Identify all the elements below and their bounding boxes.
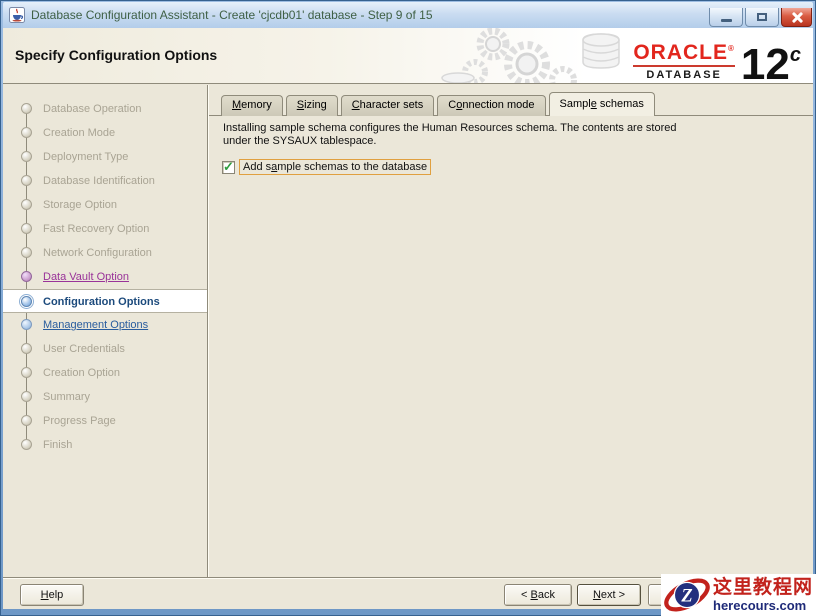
add-sample-schemas-row: ✓ Add sample schemas to the database (222, 158, 432, 175)
oracle-wordmark: ORACLE® (633, 41, 735, 64)
step-node-icon (21, 199, 32, 210)
client-area: Specify Configuration Options ORACLE® DA… (3, 28, 813, 609)
sidebar-item-data-vault-option[interactable]: Data Vault Option (3, 265, 207, 289)
step-node-icon (21, 247, 32, 258)
sidebar-item-storage-option: Storage Option (3, 193, 207, 217)
window-title: Database Configuration Assistant - Creat… (31, 8, 433, 22)
wizard-steps-sidebar: Database Operation Creation Mode Deploym… (3, 85, 207, 577)
sidebar-item-database-identification: Database Identification (3, 169, 207, 193)
sidebar-item-network-configuration: Network Configuration (3, 241, 207, 265)
watermark-site-url: herecours.com (713, 598, 807, 613)
step-node-icon (21, 103, 32, 114)
minimize-icon (720, 18, 732, 22)
sidebar-item-finish: Finish (3, 433, 207, 457)
step-node-icon (21, 439, 32, 450)
sidebar-item-creation-option: Creation Option (3, 361, 207, 385)
add-sample-schemas-label[interactable]: Add sample schemas to the database (239, 159, 432, 175)
gears-artwork-icon (441, 28, 620, 83)
sidebar-item-creation-mode: Creation Mode (3, 121, 207, 145)
watermark-site-name: 这里教程网 (713, 577, 814, 598)
step-node-icon (21, 271, 32, 282)
description-line-2: under the SYSAUX tablespace. (223, 135, 377, 147)
registered-mark: ® (728, 44, 735, 53)
tab-connection-mode[interactable]: Connection mode (437, 95, 546, 116)
step-node-icon (21, 319, 32, 330)
step-node-icon (21, 127, 32, 138)
sidebar-item-fast-recovery-option: Fast Recovery Option (3, 217, 207, 241)
maximize-button[interactable] (745, 8, 779, 27)
main-panel: Memory Sizing Character sets Connection … (209, 85, 813, 577)
step-node-icon (21, 223, 32, 234)
step-node-icon (21, 343, 32, 354)
step-node-icon (21, 175, 32, 186)
sidebar-item-deployment-type: Deployment Type (3, 145, 207, 169)
title-bar[interactable]: Database Configuration Assistant - Creat… (3, 2, 813, 28)
sidebar-item-summary: Summary (3, 385, 207, 409)
watermark-logo-icon: Z (664, 578, 710, 612)
step-node-icon (21, 296, 32, 307)
wizard-header: Specify Configuration Options ORACLE® DA… (3, 28, 813, 87)
sidebar-item-progress-page: Progress Page (3, 409, 207, 433)
sidebar-item-database-operation: Database Operation (3, 97, 207, 121)
tab-character-sets[interactable]: Character sets (340, 95, 435, 116)
dbca-window: Database Configuration Assistant - Creat… (0, 0, 816, 616)
checkmark-icon: ✓ (223, 158, 234, 174)
java-app-icon (9, 7, 25, 23)
step-node-icon (21, 391, 32, 402)
step-node-icon (21, 415, 32, 426)
back-button[interactable]: < Back (504, 584, 572, 606)
tab-sizing[interactable]: Sizing (285, 95, 338, 116)
tab-sample-schemas[interactable]: Sample schemas (548, 92, 655, 116)
database-wordmark: DATABASE (646, 69, 722, 81)
watermark-overlay: Z 这里教程网 herecours.com (661, 574, 816, 616)
maximize-icon (757, 13, 767, 21)
step-node-icon (21, 151, 32, 162)
add-sample-schemas-checkbox[interactable]: ✓ (222, 158, 235, 174)
next-button[interactable]: Next > (577, 584, 641, 606)
sidebar-item-configuration-options: Configuration Options (3, 289, 207, 313)
sidebar-item-management-options[interactable]: Management Options (3, 313, 207, 337)
oracle-database-12c-logo: ORACLE® DATABASE 12c (633, 33, 801, 87)
page-title: Specify Configuration Options (15, 47, 218, 63)
tab-strip: Memory Sizing Character sets Connection … (221, 92, 658, 116)
close-icon (791, 11, 803, 23)
help-button[interactable]: Help (20, 584, 84, 606)
close-button[interactable] (781, 8, 812, 27)
minimize-button[interactable] (709, 8, 743, 27)
description-line-1: Installing sample schema configures the … (223, 122, 677, 134)
tab-memory[interactable]: Memory (221, 95, 283, 116)
sidebar-item-user-credentials: User Credentials (3, 337, 207, 361)
version-12c: 12c (740, 40, 801, 89)
oracle-red-rule (633, 65, 735, 67)
svg-text:Z: Z (680, 586, 692, 606)
caption-buttons (709, 8, 814, 27)
step-node-icon (21, 367, 32, 378)
